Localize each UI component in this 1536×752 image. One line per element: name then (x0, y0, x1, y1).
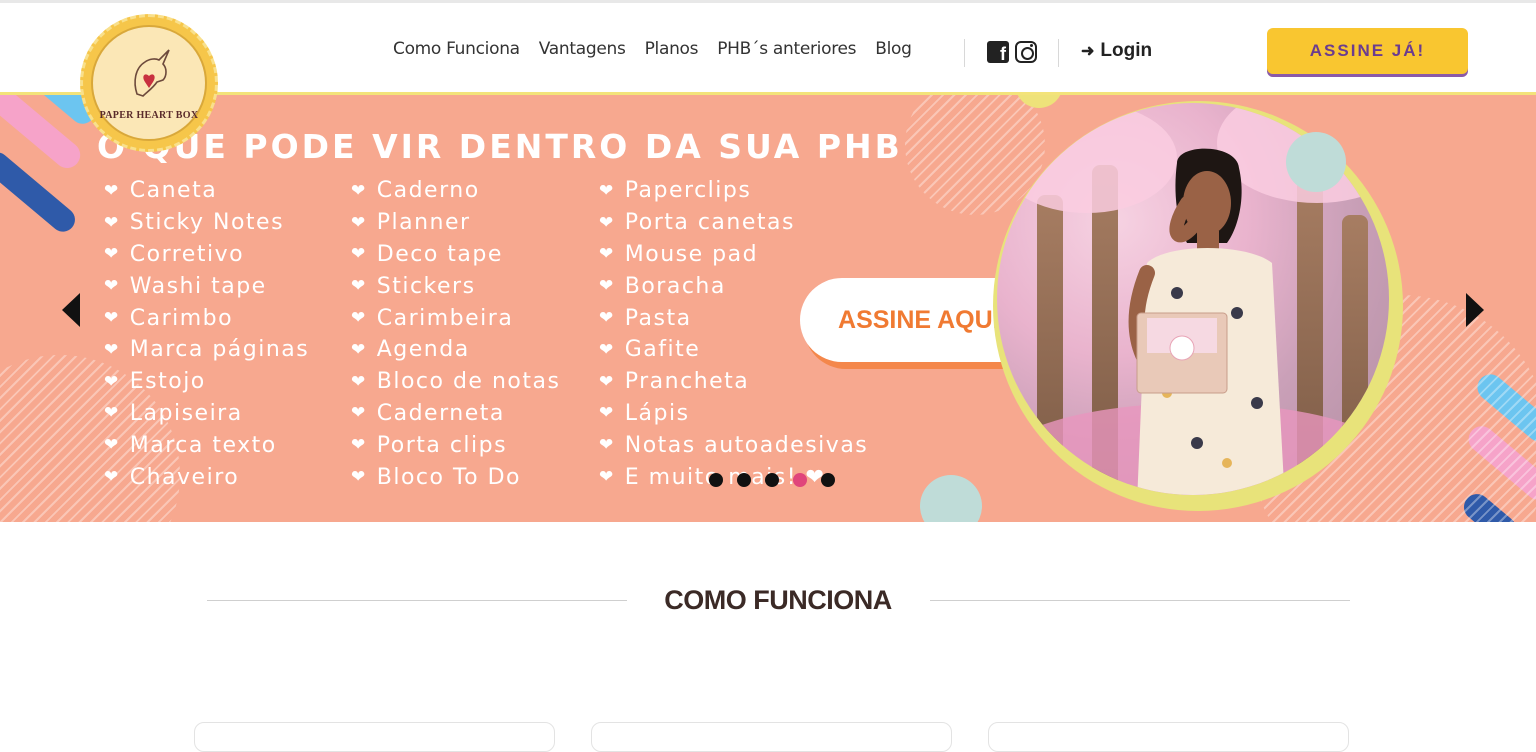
item-list-1: Caneta Sticky Notes Corretivo Washi tape… (104, 175, 309, 493)
unicorn-heart-icon (134, 48, 170, 97)
section-title: COMO FUNCIONA (630, 585, 926, 616)
list-item: Washi tape (104, 270, 309, 302)
list-item: Sticky Notes (104, 207, 309, 239)
decor-circle (920, 475, 982, 522)
decor-circle (1286, 132, 1346, 192)
carousel-dot[interactable] (709, 473, 723, 487)
list-item: Agenda (351, 334, 560, 366)
list-item: Prancheta (599, 366, 868, 398)
instagram-icon[interactable] (1015, 41, 1037, 63)
sign-in-icon: ➜ (1081, 43, 1095, 60)
list-item: Carimbo (104, 302, 309, 334)
list-item: Marca páginas (104, 334, 309, 366)
site-header: Como Funciona Vantagens Planos PHB´s ant… (0, 3, 1536, 92)
list-item: Caderneta (351, 398, 560, 430)
list-item: Paperclips (599, 175, 868, 207)
banner-title: O QUE PODE VIR DENTRO DA SUA PHB (97, 127, 903, 166)
social-links: f (987, 41, 1037, 63)
list-item: Lapiseira (104, 398, 309, 430)
list-item: Stickers (351, 270, 560, 302)
list-item: Estojo (104, 366, 309, 398)
nav-divider (964, 39, 965, 67)
list-item: Corretivo (104, 239, 309, 271)
list-item: Notas autoadesivas (599, 429, 868, 461)
nav-blog[interactable]: Blog (875, 39, 912, 59)
facebook-icon[interactable]: f (987, 41, 1009, 63)
list-item: Porta clips (351, 429, 560, 461)
list-item: Caneta (104, 175, 309, 207)
nav-divider (1058, 39, 1059, 67)
logo-text: PAPER HEART BOX (99, 109, 199, 121)
nav-planos[interactable]: Planos (645, 39, 699, 59)
step-card (194, 722, 555, 752)
list-item: Planner (351, 207, 560, 239)
carousel-dot[interactable] (821, 473, 835, 487)
section-rule-left (207, 600, 627, 601)
list-item: Bloco To Do (351, 461, 560, 493)
nav-vantagens[interactable]: Vantagens (539, 39, 626, 59)
nav-phbs-anteriores[interactable]: PHB´s anteriores (717, 39, 856, 59)
list-item: Bloco de notas (351, 366, 560, 398)
woman-figure (1128, 148, 1285, 495)
logo-badge: PAPER HEART BOX (91, 25, 207, 141)
list-item: Caderno (351, 175, 560, 207)
paper-heart-box-logo[interactable]: PAPER HEART BOX (80, 14, 218, 152)
step-card (988, 722, 1349, 752)
list-item: Marca texto (104, 429, 309, 461)
carousel-dot-active[interactable] (793, 473, 807, 487)
hero-banner: O QUE PODE VIR DENTRO DA SUA PHB Caneta … (0, 95, 1536, 522)
login-link[interactable]: ➜ Login (1081, 40, 1152, 62)
section-rule-right (930, 600, 1350, 601)
assine-ja-button[interactable]: ASSINE JÁ! (1267, 28, 1468, 74)
list-item: Mouse pad (599, 239, 868, 271)
login-label: Login (1100, 40, 1153, 61)
step-card (591, 722, 952, 752)
item-list-2: Caderno Planner Deco tape Stickers Carim… (351, 175, 560, 493)
list-item: Deco tape (351, 239, 560, 271)
carousel-dots (709, 473, 835, 487)
list-item: Lápis (599, 398, 868, 430)
nav-como-funciona[interactable]: Como Funciona (393, 39, 520, 59)
carousel-dot[interactable] (765, 473, 779, 487)
list-item: Chaveiro (104, 461, 309, 493)
list-item: Porta canetas (599, 207, 868, 239)
carousel-prev-arrow[interactable] (62, 293, 80, 327)
carousel-next-arrow[interactable] (1466, 293, 1484, 327)
main-nav: Como Funciona Vantagens Planos PHB´s ant… (393, 39, 912, 59)
carousel-dot[interactable] (737, 473, 751, 487)
list-item: Carimbeira (351, 302, 560, 334)
